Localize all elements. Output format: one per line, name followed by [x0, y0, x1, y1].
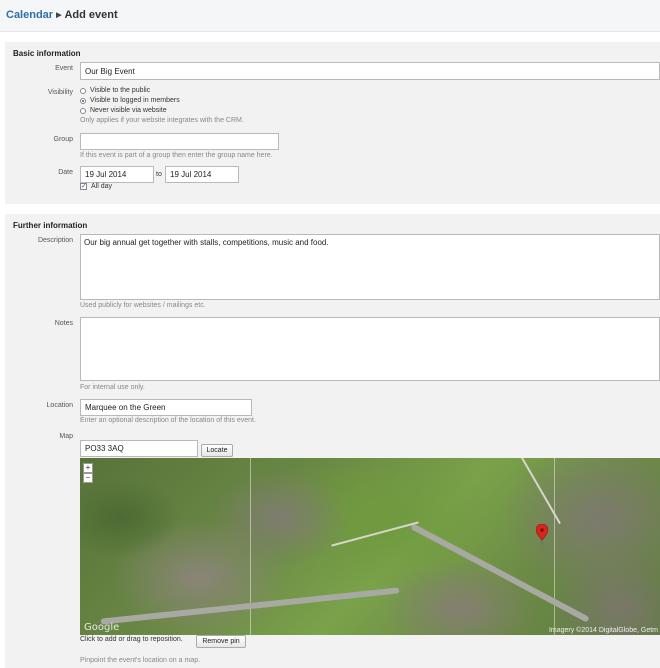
- map-click-hint: Click to add or drag to reposition.: [80, 636, 183, 643]
- map-road: [410, 523, 590, 623]
- all-day-label: All day: [91, 183, 113, 190]
- radio-never[interactable]: [80, 107, 86, 114]
- visibility-option-never[interactable]: Never visible via website: [80, 107, 167, 114]
- radio-members[interactable]: [80, 97, 86, 104]
- group-input[interactable]: [80, 133, 279, 150]
- location-label: Location: [46, 402, 73, 409]
- date-to-input[interactable]: [165, 166, 239, 183]
- date-to-label: to: [156, 171, 162, 178]
- location-hint: Enter an optional description of the loc…: [80, 417, 256, 424]
- breadcrumb: Calendar ▶ Add event: [6, 9, 118, 21]
- basic-information-title: Basic information: [13, 49, 81, 58]
- date-from-input[interactable]: [80, 166, 154, 183]
- map-label: Map: [59, 433, 73, 440]
- visibility-label: Visibility: [47, 89, 73, 96]
- map-path: [331, 521, 419, 547]
- notes-hint: For internal use only.: [80, 384, 145, 391]
- visibility-option-members[interactable]: Visible to logged in members: [80, 97, 180, 104]
- group-label: Group: [53, 136, 73, 143]
- locate-button[interactable]: Locate: [201, 444, 233, 457]
- radio-public[interactable]: [80, 87, 86, 94]
- map-hint: Pinpoint the event's location on a map.: [80, 657, 201, 664]
- description-label: Description: [37, 237, 73, 244]
- map-view[interactable]: + − Google Imagery ©2014 DigitalGlobe, G…: [80, 458, 660, 635]
- breadcrumb-calendar-link[interactable]: Calendar: [6, 9, 53, 21]
- event-label: Event: [55, 65, 73, 72]
- all-day-checkbox-row[interactable]: ✓ All day: [80, 183, 112, 190]
- visibility-option-public[interactable]: Visible to the public: [80, 87, 150, 94]
- notes-textarea[interactable]: [80, 317, 660, 381]
- date-label: Date: [58, 169, 73, 176]
- notes-label: Notes: [54, 320, 73, 327]
- postcode-input[interactable]: [80, 440, 198, 457]
- all-day-checkbox[interactable]: ✓: [80, 183, 87, 190]
- group-hint: If this event is part of a group then en…: [80, 152, 273, 159]
- description-hint: Used publicly for websites / mailings et…: [80, 302, 206, 309]
- further-information-title: Further information: [13, 221, 88, 230]
- page-header: Calendar ▶ Add event: [0, 0, 660, 32]
- location-input[interactable]: [80, 399, 252, 416]
- breadcrumb-arrow-icon: ▶: [56, 12, 62, 19]
- map-tile-seam: [554, 458, 555, 635]
- visibility-hint: Only applies if your website integrates …: [80, 117, 244, 124]
- map-attribution: Imagery ©2014 DigitalGlobe, Getm: [548, 627, 658, 634]
- map-provider-logo: Google: [84, 622, 120, 633]
- description-textarea[interactable]: Our big annual get together with stalls,…: [80, 234, 660, 300]
- breadcrumb-current: Add event: [64, 9, 118, 21]
- map-pin-icon[interactable]: [536, 524, 548, 546]
- map-zoom-in-button[interactable]: +: [83, 463, 93, 473]
- map-zoom-out-button[interactable]: −: [83, 473, 93, 483]
- remove-pin-button[interactable]: Remove pin: [196, 635, 246, 648]
- event-name-input[interactable]: [80, 62, 660, 80]
